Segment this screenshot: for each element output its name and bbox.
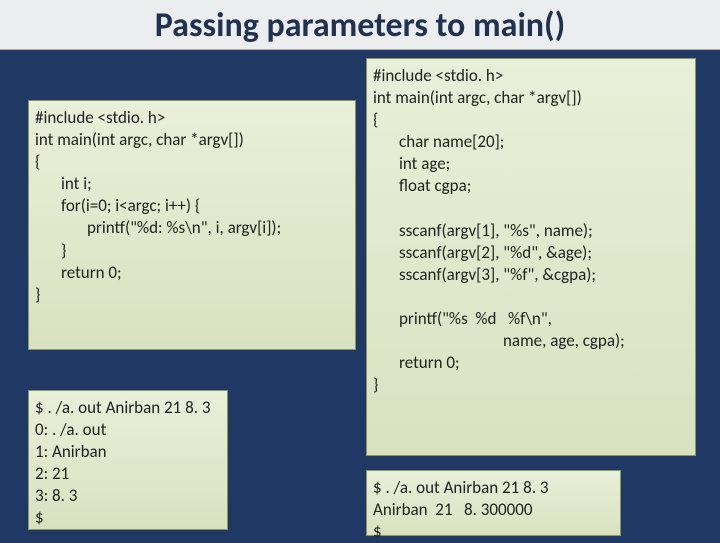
code-line: int main(int argc, char *argv[]): [373, 87, 582, 108]
code-line: {: [373, 109, 378, 130]
right-code-block: #include <stdio. h> int main(int argc, c…: [366, 58, 696, 456]
code-line: printf("%s %d %f\n",: [373, 308, 687, 330]
blank-line: [373, 198, 377, 219]
code-line: sscanf(argv[2], "%d", &age);: [373, 242, 687, 264]
code-line: #include <stdio. h>: [35, 107, 165, 128]
out-line: 1: Anirban: [35, 441, 107, 462]
code-line: float cgpa;: [373, 175, 687, 197]
out-line: 3: 8. 3: [35, 485, 77, 506]
code-line: }: [35, 284, 40, 305]
out-line: $ . /a. out Anirban 21 8. 3: [373, 477, 548, 498]
out-line: $: [373, 521, 382, 542]
code-line: #include <stdio. h>: [373, 65, 503, 86]
code-line: }: [35, 240, 347, 262]
code-line: for(i=0; i<argc; i++) {: [35, 195, 347, 217]
out-line: 0: . /a. out: [35, 419, 106, 440]
left-code-block: #include <stdio. h> int main(int argc, c…: [28, 100, 356, 350]
code-line: int i;: [35, 173, 347, 195]
out-line: 2: 21: [35, 463, 69, 484]
right-output-block: $ . /a. out Anirban 21 8. 3 Anirban 21 8…: [366, 470, 621, 536]
code-line: sscanf(argv[1], "%s", name);: [373, 220, 687, 242]
code-line: return 0;: [373, 352, 687, 374]
code-line: char name[20];: [373, 131, 687, 153]
code-line: {: [35, 151, 40, 172]
code-line: return 0;: [35, 262, 347, 284]
code-line: name, age, cgpa);: [373, 330, 687, 352]
slide-title: Passing parameters to main(): [0, 0, 720, 50]
blank-line: [373, 286, 377, 307]
code-line: int main(int argc, char *argv[]): [35, 129, 244, 150]
code-line: sscanf(argv[3], "%f", &cgpa);: [373, 264, 687, 286]
code-line: }: [373, 374, 378, 395]
out-line: $ . /a. out Anirban 21 8. 3: [35, 397, 210, 418]
left-output-block: $ . /a. out Anirban 21 8. 3 0: . /a. out…: [28, 390, 228, 530]
code-line: printf("%d: %s\n", i, argv[i]);: [35, 217, 347, 239]
out-line: $: [35, 507, 44, 528]
code-line: int age;: [373, 153, 687, 175]
out-line: Anirban 21 8. 300000: [373, 499, 533, 520]
